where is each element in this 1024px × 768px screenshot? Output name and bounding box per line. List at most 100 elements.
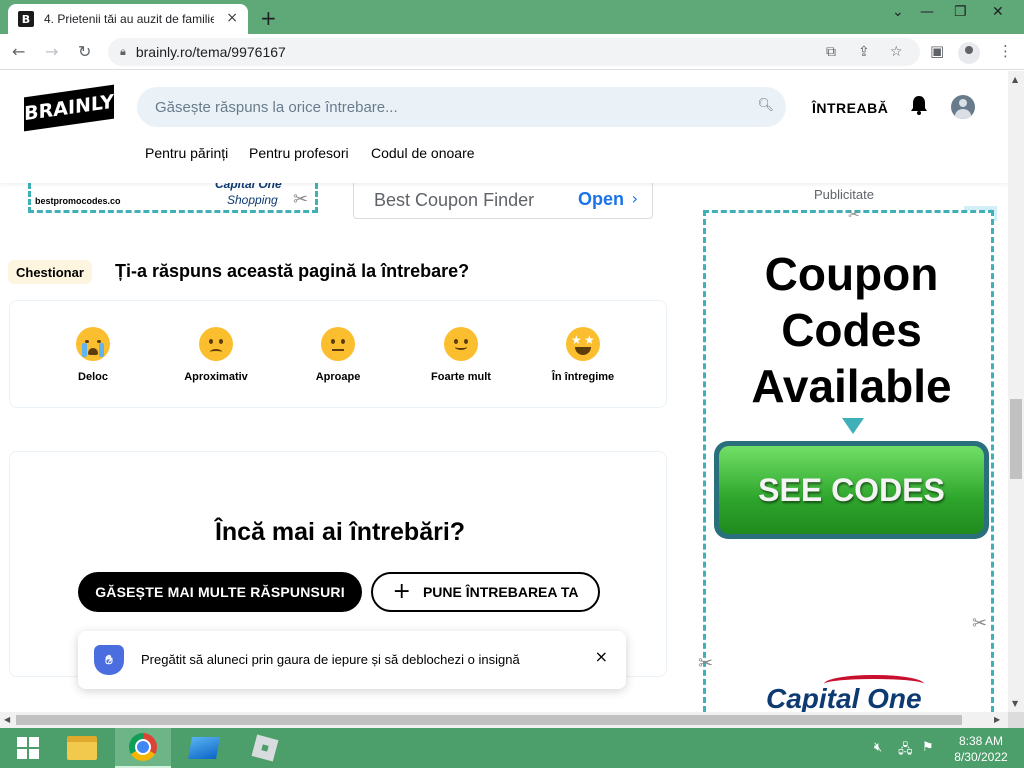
- logo-text: BRAINLY: [24, 90, 114, 126]
- rating-card: Deloc Aproximativ Aproape Foarte mult ★ …: [9, 300, 667, 408]
- clock-date: 8/30/2022: [954, 750, 1008, 764]
- minimize-button[interactable]: —: [920, 4, 934, 20]
- reload-icon[interactable]: ↻: [78, 42, 91, 61]
- nav-parents-link[interactable]: Pentru părinți: [145, 145, 228, 161]
- top-left-ad[interactable]: Capital One Shopping bestpromocodes.co ✂: [28, 177, 318, 213]
- questionnaire-badge: Chestionar: [8, 260, 92, 284]
- notification-x-icon[interactable]: ⚑︎: [922, 740, 934, 755]
- address-bar: ← → ↻ 🔒︎ brainly.ro/tema/9976167 ⧉ ⇪ ☆ ▣…: [0, 34, 1024, 70]
- forward-icon[interactable]: →: [45, 42, 58, 61]
- scroll-down-icon[interactable]: ▼: [1012, 699, 1018, 708]
- smiling-face-icon: [444, 327, 478, 361]
- capital-one-logo: Capital One: [766, 683, 922, 712]
- ad-label: Publicitate: [814, 187, 874, 202]
- rating-label: În întregime: [551, 371, 615, 383]
- ad-open-button[interactable]: Open: [578, 189, 624, 210]
- vertical-scrollbar[interactable]: ▲ ▼: [1008, 71, 1024, 712]
- search-bar[interactable]: 🔍︎: [137, 87, 786, 127]
- side-panel-icon[interactable]: ▣: [930, 42, 944, 60]
- tab-close-icon[interactable]: ×: [226, 10, 238, 26]
- scissors-icon: ✂: [972, 613, 988, 634]
- chrome-taskbar-button[interactable]: [115, 728, 171, 768]
- tab-title: 4. Prietenii tăi au auzit de familie: [44, 12, 214, 26]
- translate-icon[interactable]: ⧉: [826, 44, 836, 60]
- scroll-right-icon[interactable]: ▶: [994, 715, 1000, 724]
- tab-list-icon[interactable]: ⌄: [892, 4, 904, 20]
- scroll-left-icon[interactable]: ◀: [4, 715, 10, 724]
- see-codes-button[interactable]: SEE CODES: [714, 441, 989, 539]
- share-icon[interactable]: ⇪: [858, 44, 870, 60]
- scissors-icon: ✂: [848, 207, 860, 223]
- windows-taskbar: 🔇︎ 🖧︎ ⚑︎ 8:38 AM 8/30/2022: [0, 728, 1024, 768]
- more-questions-title: Încă mai ai întrebări?: [214, 518, 466, 546]
- rating-option-deloc[interactable]: Deloc: [33, 301, 153, 409]
- questionnaire-title: Ți-a răspuns această pagină la întrebare…: [115, 261, 470, 281]
- app-taskbar-button[interactable]: [176, 728, 232, 768]
- badge-icon: ✋︎: [94, 645, 124, 675]
- rating-option-aproximativ[interactable]: Aproximativ: [156, 301, 276, 409]
- scrollbar-corner: [1008, 712, 1024, 728]
- see-codes-label: SEE CODES: [719, 446, 984, 534]
- horizontal-scroll-thumb[interactable]: [16, 715, 962, 725]
- network-icon[interactable]: 🖧︎: [898, 740, 913, 762]
- plus-icon: +: [392, 579, 411, 604]
- new-tab-button[interactable]: +: [260, 6, 277, 30]
- menu-dots-icon[interactable]: ⋮: [998, 42, 1013, 60]
- down-arrow-icon: [842, 418, 864, 434]
- brainly-favicon-icon: B: [18, 11, 34, 27]
- scissors-icon: ✂: [293, 189, 309, 210]
- bookmark-star-icon[interactable]: ☆: [890, 44, 903, 60]
- toast-message: Pregătit să aluneci prin gaura de iepure…: [141, 652, 520, 667]
- shopping-label: Shopping: [227, 193, 278, 207]
- ask-question-link[interactable]: ÎNTREABĂ: [812, 100, 888, 116]
- top-right-ad[interactable]: Best Coupon Finder Open ›: [353, 183, 653, 219]
- rating-label: Deloc: [78, 371, 108, 383]
- nav-honor-code-link[interactable]: Codul de onoare: [371, 145, 475, 161]
- vertical-scroll-thumb[interactable]: [1010, 399, 1022, 479]
- coupon-finder-text: Best Coupon Finder: [374, 190, 535, 210]
- system-clock[interactable]: 8:38 AM 8/30/2022: [946, 733, 1016, 765]
- notification-bell-icon[interactable]: [910, 95, 928, 115]
- url-text[interactable]: brainly.ro/tema/9976167: [136, 44, 286, 60]
- rating-option-aproape[interactable]: Aproape: [278, 301, 398, 409]
- chrome-icon: [129, 733, 157, 761]
- nav-teachers-link[interactable]: Pentru profesori: [249, 145, 349, 161]
- file-explorer-button[interactable]: [54, 728, 110, 768]
- browser-tab[interactable]: B 4. Prietenii tăi au auzit de familie ×: [8, 4, 248, 34]
- search-icon[interactable]: 🔍︎: [757, 98, 774, 113]
- ask-your-question-button[interactable]: + PUNE ÎNTREBAREA TA: [371, 572, 600, 612]
- scissors-icon: ✂: [698, 653, 714, 674]
- roblox-taskbar-button[interactable]: [237, 728, 293, 768]
- badge-toast: ✋︎ Pregătit să aluneci prin gaura de iep…: [78, 631, 626, 689]
- toast-close-icon[interactable]: ×: [595, 647, 608, 666]
- omnibox[interactable]: 🔒︎ brainly.ro/tema/9976167 ⧉ ⇪ ☆: [108, 38, 920, 66]
- user-avatar[interactable]: [951, 95, 975, 119]
- rating-option-foarte-mult[interactable]: Foarte mult: [401, 301, 521, 409]
- scroll-up-icon[interactable]: ▲: [1012, 75, 1018, 84]
- rating-label: Aproximativ: [184, 371, 248, 383]
- ad-headline-line: Coupon: [764, 248, 939, 300]
- rating-option-in-intregime[interactable]: ★ ★ În întregime: [523, 301, 643, 409]
- close-window-button[interactable]: ✕: [992, 4, 1004, 20]
- restore-button[interactable]: ❐: [954, 4, 967, 20]
- tab-bar: B 4. Prietenii tăi au auzit de familie ×…: [0, 0, 1024, 34]
- ad-headline-line: Available: [751, 360, 952, 412]
- clock-time: 8:38 AM: [958, 734, 1004, 748]
- page-viewport: BRAINLY 🔍︎ ÎNTREABĂ Pentru părinți Pentr…: [0, 71, 1008, 712]
- search-input[interactable]: [155, 98, 735, 116]
- horizontal-scrollbar[interactable]: ◀ ▶: [0, 712, 1008, 728]
- neutral-face-icon: [321, 327, 355, 361]
- ad-domain: bestpromocodes.co: [35, 196, 121, 206]
- profile-avatar-icon[interactable]: [958, 42, 980, 64]
- right-ad-banner[interactable]: Coupon Codes Available SEE CODES ✂ ✂ ✂ C…: [698, 207, 994, 712]
- start-button[interactable]: [0, 728, 56, 768]
- find-more-answers-button[interactable]: GĂSEȘTE MAI MULTE RĂSPUNSURI: [78, 572, 362, 612]
- lock-icon: 🔒︎: [120, 45, 126, 58]
- star-eyes-face-icon: ★ ★: [566, 327, 600, 361]
- volume-muted-icon[interactable]: 🔇︎: [874, 740, 882, 755]
- rating-label: Foarte mult: [431, 371, 491, 383]
- sad-face-icon: [199, 327, 233, 361]
- brainly-logo[interactable]: BRAINLY: [24, 84, 114, 132]
- rating-label: Aproape: [315, 371, 361, 383]
- back-icon[interactable]: ←: [12, 42, 25, 61]
